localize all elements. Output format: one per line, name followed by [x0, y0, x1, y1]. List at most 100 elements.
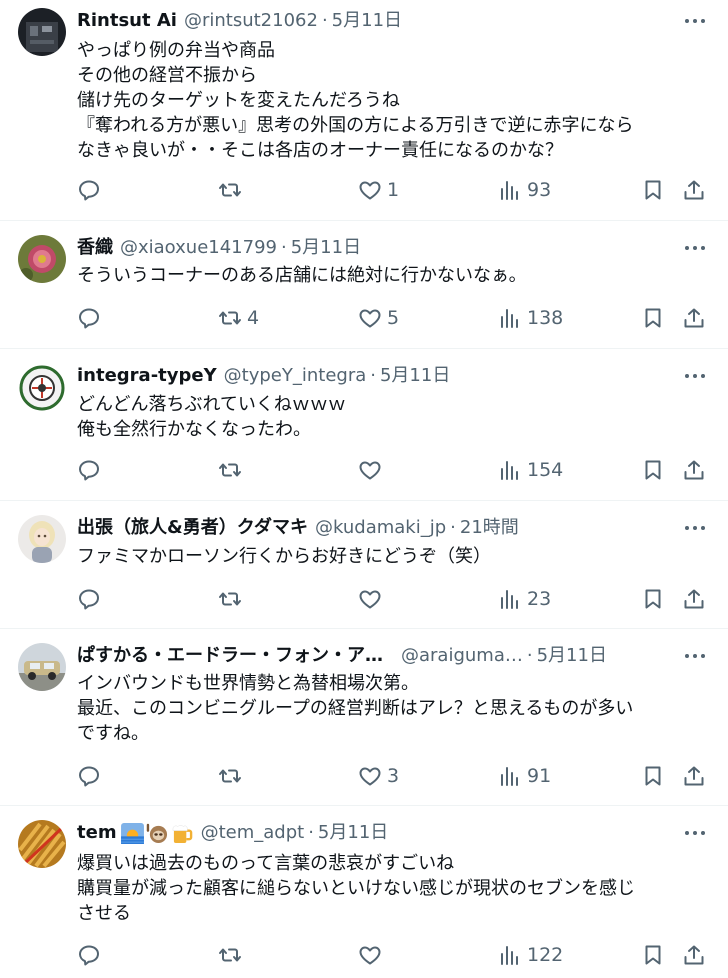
author-handle[interactable]: @tem_adpt	[201, 820, 305, 846]
more-icon	[685, 654, 705, 658]
share-icon	[684, 180, 704, 200]
reply-icon	[79, 945, 99, 966]
retweet-button[interactable]	[218, 941, 247, 969]
separator: ·	[281, 237, 287, 258]
retweet-button[interactable]	[218, 762, 247, 790]
heart-icon	[359, 590, 381, 609]
author-name[interactable]: ぱすかる・エードラー・フォン・ア…	[77, 643, 383, 669]
tweet-text: どんどん落ちぶれていくねｗｗｗ 俺も全然行かなくなったわ。	[77, 394, 346, 440]
like-button[interactable]	[358, 585, 387, 613]
more-options-button[interactable]	[682, 515, 708, 541]
avatar[interactable]	[18, 235, 66, 283]
avatar[interactable]	[18, 515, 66, 563]
share-button[interactable]	[682, 585, 706, 613]
share-icon	[684, 945, 704, 965]
retweet-button[interactable]	[218, 585, 247, 613]
heart-icon	[359, 767, 381, 786]
view-count: 122	[527, 944, 564, 966]
bookmark-button[interactable]	[641, 585, 665, 613]
author-name[interactable]: 出張（旅人&勇者）クダマキ	[77, 515, 308, 541]
bookmark-button[interactable]	[641, 762, 665, 790]
like-count: 3	[387, 765, 400, 787]
avatar[interactable]	[18, 8, 66, 56]
tweet-text: 爆買いは過去のものって言葉の悲哀がすごいね 購買量が減った顧客に縋らないといけな…	[77, 853, 635, 924]
reply-button[interactable]	[77, 456, 106, 484]
timestamp[interactable]: 21時間	[460, 515, 519, 541]
more-options-button[interactable]	[682, 643, 708, 669]
author-handle[interactable]: @kudamaki_jp	[315, 515, 446, 541]
retweet-icon	[219, 311, 241, 325]
separator: ·	[450, 517, 456, 538]
views-button[interactable]: 138	[498, 304, 563, 332]
tweet[interactable]: ぱすかる・エードラー・フォン・ア… @araiguma… · 5月11日 インバ…	[0, 629, 728, 806]
tweet-header: integra-typeY @typeY_integra · 5月11日	[77, 363, 658, 389]
views-icon	[501, 767, 518, 786]
reply-button[interactable]	[77, 762, 106, 790]
reply-button[interactable]	[77, 304, 106, 332]
bookmark-button[interactable]	[641, 456, 665, 484]
author-handle[interactable]: @typeY_integra	[224, 363, 367, 389]
retweet-icon	[219, 463, 241, 477]
like-button[interactable]: 3	[358, 762, 399, 790]
like-count: 5	[387, 307, 400, 329]
author-name[interactable]: tem	[77, 820, 117, 846]
reply-button[interactable]	[77, 585, 106, 613]
more-options-button[interactable]	[682, 235, 708, 261]
tweet[interactable]: 出張（旅人&勇者）クダマキ @kudamaki_jp · 21時間 ファミマかロ…	[0, 501, 728, 629]
view-count: 154	[527, 459, 564, 481]
author-handle[interactable]: @rintsut21062	[184, 8, 318, 34]
timestamp[interactable]: 5月11日	[380, 363, 450, 389]
bookmark-button[interactable]	[641, 941, 665, 969]
tweet[interactable]: 香織 @xiaoxue141799 · 5月11日 そういうコーナーのある店舗に…	[0, 221, 728, 349]
views-button[interactable]: 122	[498, 941, 563, 969]
tweet[interactable]: tem @tem_adpt · 5月11日 爆買いは過去のものって言葉の悲哀がす…	[0, 806, 728, 978]
like-button[interactable]	[358, 456, 387, 484]
share-button[interactable]	[682, 176, 706, 204]
more-options-button[interactable]	[682, 8, 708, 34]
timestamp[interactable]: 5月11日	[537, 643, 607, 669]
bookmark-button[interactable]	[641, 176, 665, 204]
author-handle[interactable]: @araiguma…	[401, 643, 523, 669]
share-button[interactable]	[682, 941, 706, 969]
tweet[interactable]: integra-typeY @typeY_integra · 5月11日 どんど…	[0, 349, 728, 501]
author-name[interactable]: integra-typeY	[77, 363, 217, 389]
action-bar: 23	[0, 585, 728, 613]
timestamp[interactable]: 5月11日	[332, 8, 402, 34]
views-button[interactable]: 91	[498, 762, 551, 790]
views-button[interactable]: 154	[498, 456, 563, 484]
avatar[interactable]	[18, 364, 66, 412]
more-options-button[interactable]	[682, 820, 708, 846]
avatar[interactable]	[18, 643, 66, 691]
timestamp[interactable]: 5月11日	[318, 820, 388, 846]
like-button[interactable]	[358, 941, 387, 969]
retweet-button[interactable]	[218, 176, 247, 204]
heart-icon	[359, 946, 381, 965]
share-icon	[684, 308, 704, 328]
views-button[interactable]: 23	[498, 585, 551, 613]
avatar[interactable]	[18, 820, 66, 868]
more-icon	[685, 19, 705, 23]
retweet-button[interactable]: 4	[218, 304, 259, 332]
reply-button[interactable]	[77, 941, 106, 969]
reply-icon	[79, 180, 99, 201]
like-button[interactable]: 1	[358, 176, 399, 204]
views-icon	[501, 590, 518, 609]
more-options-button[interactable]	[682, 363, 708, 389]
share-button[interactable]	[682, 456, 706, 484]
bookmark-button[interactable]	[641, 304, 665, 332]
heart-icon	[359, 461, 381, 480]
timestamp[interactable]: 5月11日	[291, 235, 361, 261]
tweet[interactable]: Rintsut Ai @rintsut21062 · 5月11日 やっぱり例の弁…	[0, 0, 728, 221]
retweet-icon	[219, 948, 241, 962]
tweet-text: ファミマかローソン行くからお好きにどうぞ（笑）	[77, 546, 491, 567]
like-count: 1	[387, 179, 400, 201]
share-button[interactable]	[682, 304, 706, 332]
author-name[interactable]: Rintsut Ai	[77, 8, 177, 34]
like-button[interactable]: 5	[358, 304, 399, 332]
author-handle[interactable]: @xiaoxue141799	[120, 235, 277, 261]
author-name[interactable]: 香織	[77, 235, 113, 261]
reply-button[interactable]	[77, 176, 106, 204]
retweet-button[interactable]	[218, 456, 247, 484]
views-button[interactable]: 93	[498, 176, 551, 204]
share-button[interactable]	[682, 762, 706, 790]
